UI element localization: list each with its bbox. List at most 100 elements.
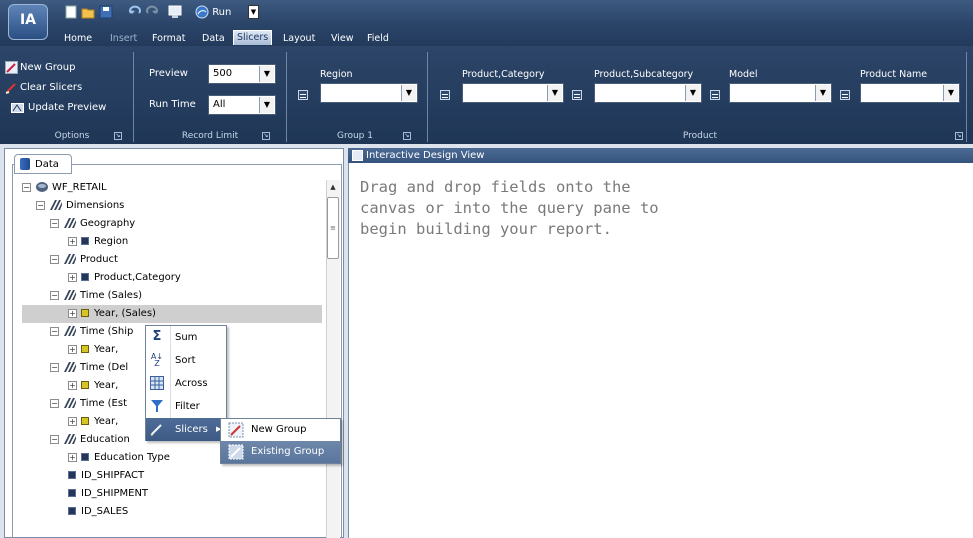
group-toggle-icon[interactable] bbox=[710, 90, 720, 100]
tree-row[interactable]: + Product,Category bbox=[22, 269, 322, 287]
undo-icon[interactable] bbox=[128, 5, 142, 21]
menu-item-sort[interactable]: A↓ Z Sort bbox=[146, 349, 226, 372]
tree-row[interactable]: + Year, (Sales) bbox=[22, 305, 322, 323]
scroll-up-icon[interactable]: ▲ bbox=[328, 183, 338, 193]
expand-icon[interactable]: + bbox=[68, 380, 77, 390]
model-select[interactable]: ▼ bbox=[729, 83, 832, 103]
product-expand-icon[interactable]: ↘ bbox=[955, 132, 963, 140]
tab-layout[interactable]: Layout bbox=[283, 32, 315, 45]
tree-row[interactable]: ID_SALES bbox=[22, 503, 322, 521]
tab-data[interactable]: Data bbox=[202, 32, 225, 45]
product-category-select[interactable]: ▼ bbox=[462, 83, 564, 103]
scrollbar-thumb[interactable]: ≡ bbox=[327, 197, 339, 259]
menu-item-slicers[interactable]: Slicers ▶ bbox=[146, 418, 226, 441]
design-pane-title: Interactive Design View bbox=[366, 150, 485, 161]
chevron-down-icon: ▼ bbox=[685, 85, 700, 101]
expand-icon[interactable]: + bbox=[68, 236, 77, 246]
group-toggle-icon[interactable] bbox=[440, 90, 450, 100]
tree-row[interactable]: − Geography bbox=[22, 215, 322, 233]
new-group-icon bbox=[5, 61, 18, 74]
app-logo[interactable]: IA bbox=[8, 4, 48, 40]
region-select[interactable]: ▼ bbox=[320, 83, 418, 103]
product-group-label: Product bbox=[682, 131, 718, 141]
tree-row-label: Region bbox=[94, 236, 129, 247]
run-button[interactable]: Run bbox=[195, 5, 231, 21]
region-field-label: Region bbox=[320, 69, 353, 80]
new-group-button[interactable]: New Group bbox=[5, 60, 75, 76]
collapse-icon[interactable]: − bbox=[50, 362, 59, 372]
save-icon[interactable] bbox=[99, 5, 113, 21]
collapse-icon[interactable]: − bbox=[50, 434, 59, 444]
existing-group-label: Existing Group bbox=[251, 446, 325, 457]
tree-row[interactable]: − Time (Sales) bbox=[22, 287, 322, 305]
tree-row[interactable]: − Product bbox=[22, 251, 322, 269]
filter-label: Filter bbox=[175, 401, 200, 412]
tree-row[interactable]: − WF_RETAIL bbox=[22, 179, 322, 197]
menu-item-across[interactable]: Across bbox=[146, 372, 226, 395]
tree-row-label: Dimensions bbox=[66, 200, 125, 211]
collapse-icon[interactable]: − bbox=[50, 326, 59, 336]
collapse-icon[interactable]: − bbox=[50, 398, 59, 408]
collapse-icon[interactable]: − bbox=[22, 182, 31, 192]
redo-icon[interactable] bbox=[145, 5, 159, 21]
expand-icon[interactable]: + bbox=[68, 272, 77, 282]
clear-slicers-button[interactable]: Clear Slicers bbox=[5, 80, 82, 96]
runtime-label: Run Time bbox=[149, 99, 196, 110]
tree-row[interactable]: + Region bbox=[22, 233, 322, 251]
tree-row-label: Geography bbox=[80, 218, 136, 229]
collapse-icon[interactable]: − bbox=[36, 200, 45, 210]
tree-row[interactable]: ID_SHIPMENT bbox=[22, 485, 322, 503]
runtime-limit-select[interactable]: All ▼ bbox=[208, 95, 276, 115]
chevron-down-icon: ▼ bbox=[815, 85, 830, 101]
submenu-new-group[interactable]: New Group bbox=[221, 419, 340, 441]
product-subcategory-select[interactable]: ▼ bbox=[594, 83, 702, 103]
collapse-icon[interactable]: − bbox=[50, 218, 59, 228]
data-tab[interactable]: Data bbox=[14, 154, 72, 174]
sum-icon: Σ bbox=[152, 329, 162, 344]
record-limit-expand-icon[interactable]: ↘ bbox=[262, 132, 270, 140]
submenu-existing-group[interactable]: Existing Group bbox=[221, 441, 340, 463]
menu-item-sum[interactable]: Σ Sum bbox=[146, 326, 226, 349]
update-preview-button[interactable]: Update Preview bbox=[11, 100, 106, 116]
expand-icon[interactable]: + bbox=[68, 308, 77, 318]
across-icon bbox=[150, 376, 164, 390]
tab-insert[interactable]: Insert bbox=[110, 32, 137, 45]
chevron-down-icon: ▼ bbox=[547, 85, 562, 101]
dimension-icon bbox=[63, 397, 77, 409]
sort-label: Sort bbox=[175, 355, 196, 366]
field-icon bbox=[81, 381, 89, 389]
group-toggle-icon[interactable] bbox=[840, 90, 850, 100]
group-toggle-icon[interactable] bbox=[298, 90, 308, 100]
new-icon[interactable] bbox=[64, 5, 78, 21]
options-expand-icon[interactable]: ↘ bbox=[114, 132, 122, 140]
sort-icon: A↓ Z bbox=[150, 352, 164, 368]
tree-row-label: ID_SHIPFACT bbox=[81, 470, 145, 481]
tab-view[interactable]: View bbox=[331, 32, 354, 45]
run-label: Run bbox=[212, 7, 232, 18]
preview-limit-select[interactable]: 500 ▼ bbox=[208, 64, 276, 84]
group-toggle-icon[interactable] bbox=[572, 90, 582, 100]
tree-row[interactable]: − Dimensions bbox=[22, 197, 322, 215]
tree-row-label: ID_SHIPMENT bbox=[81, 488, 149, 499]
run-dropdown[interactable]: ▼ bbox=[248, 5, 259, 19]
tab-home[interactable]: Home bbox=[64, 32, 92, 45]
expand-icon[interactable]: + bbox=[68, 452, 77, 462]
expand-icon[interactable]: + bbox=[68, 416, 77, 426]
open-folder-icon[interactable] bbox=[81, 5, 95, 21]
collapse-icon[interactable]: − bbox=[50, 254, 59, 264]
slicers-icon bbox=[150, 422, 164, 436]
product-name-select[interactable]: ▼ bbox=[860, 83, 960, 103]
tab-field[interactable]: Field bbox=[367, 32, 389, 45]
tab-format[interactable]: Format bbox=[152, 32, 185, 45]
expand-icon[interactable]: + bbox=[68, 344, 77, 354]
collapse-icon[interactable]: − bbox=[50, 290, 59, 300]
sum-label: Sum bbox=[175, 332, 198, 343]
tree-row[interactable]: ID_SHIPFACT bbox=[22, 467, 322, 485]
new-group-icon bbox=[228, 422, 244, 438]
menu-item-filter[interactable]: Filter bbox=[146, 395, 226, 418]
tree-row-label: Education bbox=[80, 434, 130, 445]
tab-slicers[interactable]: Slicers bbox=[233, 30, 273, 45]
chevron-down-icon: ▼ bbox=[259, 66, 274, 82]
group1-expand-icon[interactable]: ↘ bbox=[403, 132, 411, 140]
preview-icon[interactable] bbox=[168, 5, 182, 21]
